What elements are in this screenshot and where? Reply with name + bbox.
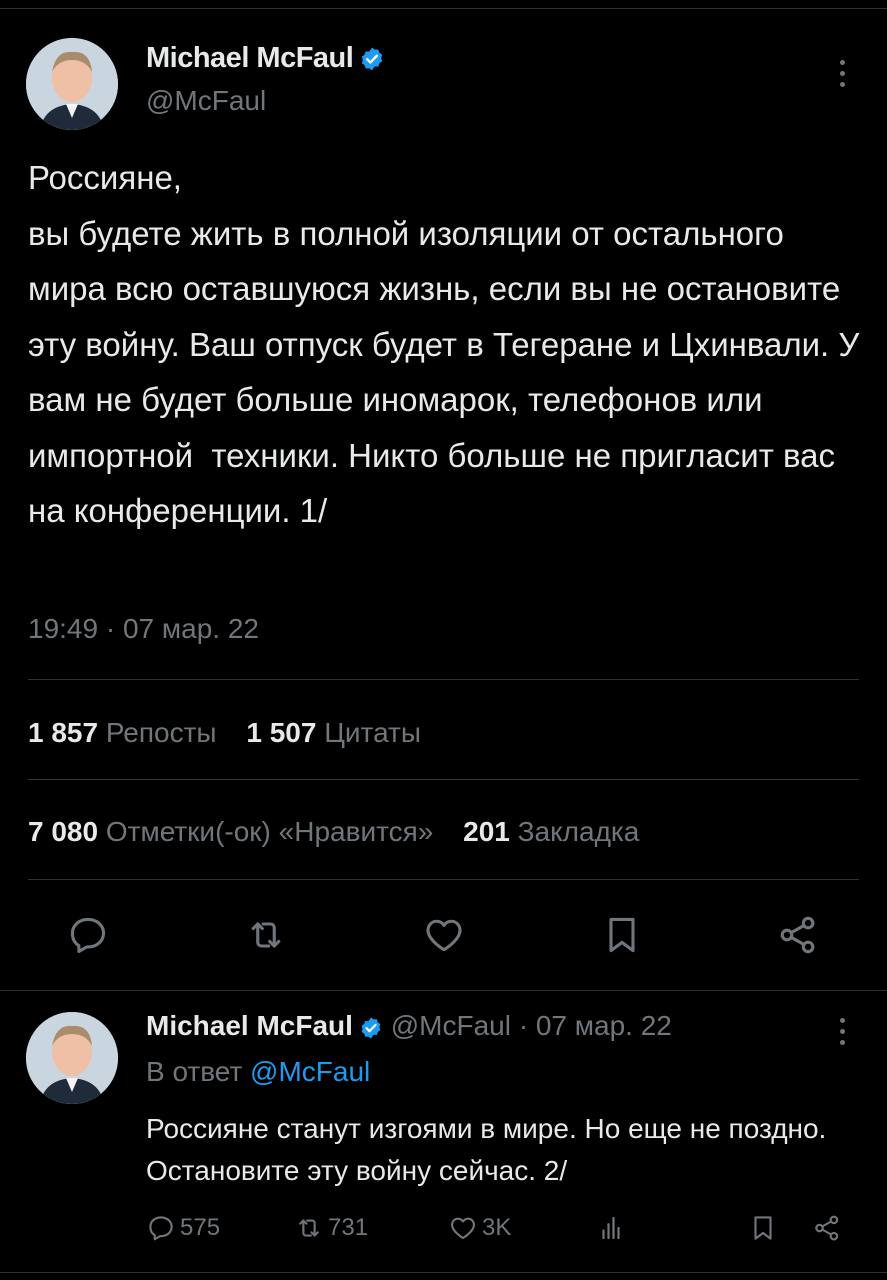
divider xyxy=(28,779,859,780)
more-vertical-icon[interactable] xyxy=(840,1018,846,1051)
verified-badge-icon xyxy=(361,1017,381,1039)
bookmarks-label: Закладка xyxy=(517,816,640,847)
reply-to-link[interactable]: @McFaul xyxy=(250,1056,370,1087)
verified-badge-icon xyxy=(362,47,383,71)
author-handle[interactable]: @McFaul xyxy=(146,85,266,117)
divider xyxy=(28,679,859,680)
repost-icon xyxy=(251,922,281,948)
tweet-text: Россияне станут изгоями в мире. Но еще н… xyxy=(146,1113,827,1186)
tweet-timestamp[interactable]: 19:49 · 07 мар. 22 xyxy=(28,613,259,645)
bookmark-button[interactable] xyxy=(600,913,644,957)
share-button[interactable] xyxy=(776,913,820,957)
reply-icon xyxy=(149,1216,173,1241)
quotes-count: 1 507 xyxy=(246,717,317,748)
reposts-label: Репосты xyxy=(105,717,217,748)
likes-count: 7 080 xyxy=(28,816,99,847)
top-divider xyxy=(0,8,887,9)
author-name[interactable]: Michael McFaul xyxy=(146,42,385,75)
views-icon xyxy=(602,1216,620,1240)
reply-prefix: В ответ xyxy=(146,1056,243,1087)
reply-button[interactable]: 575 xyxy=(146,1213,220,1243)
stats-row-reposts: 1 857 Репосты 1 507 Цитаты xyxy=(28,717,443,749)
share-icon xyxy=(815,1215,839,1241)
quotes-label: Цитаты xyxy=(324,717,421,748)
bookmark-button[interactable] xyxy=(748,1213,782,1243)
bottom-divider xyxy=(0,1272,887,1273)
likes-stat[interactable]: 7 080 Отметки(-ок) «Нравится» xyxy=(28,816,433,847)
like-button[interactable]: 3K xyxy=(448,1213,511,1243)
bookmark-icon xyxy=(609,917,635,953)
tweet-text: Россияне, вы будете жить в полной изоляц… xyxy=(28,159,860,529)
views-button[interactable] xyxy=(596,1213,630,1243)
avatar[interactable] xyxy=(26,38,118,130)
author-name[interactable]: Michael McFaul xyxy=(146,1010,353,1041)
likes-label: Отметки(-ок) «Нравится» xyxy=(105,816,434,847)
like-count: 3K xyxy=(482,1214,512,1241)
repost-count: 731 xyxy=(328,1214,369,1241)
bookmarks-count: 201 xyxy=(463,816,510,847)
like-button[interactable] xyxy=(422,913,466,957)
reply-count: 575 xyxy=(180,1214,221,1241)
repost-button[interactable]: 731 xyxy=(294,1213,368,1243)
avatar-image xyxy=(26,1012,118,1104)
tweet-separator xyxy=(0,990,887,991)
more-vertical-icon[interactable] xyxy=(840,60,846,93)
reply-header: Michael McFaul @McFaul · 07 мар. 22 xyxy=(146,1010,672,1042)
handle-date[interactable]: @McFaul · 07 мар. 22 xyxy=(391,1010,672,1041)
avatar[interactable] xyxy=(26,1012,118,1104)
repost-icon xyxy=(299,1219,319,1237)
like-icon xyxy=(451,1217,475,1240)
author-name-text: Michael McFaul xyxy=(146,42,354,74)
divider xyxy=(28,879,859,880)
bookmarks-stat[interactable]: 201 Закладка xyxy=(463,816,639,847)
reply-button[interactable] xyxy=(66,913,110,957)
reply-icon xyxy=(70,917,106,954)
share-button[interactable] xyxy=(812,1213,846,1243)
like-icon xyxy=(426,919,462,952)
bookmark-icon xyxy=(754,1216,772,1240)
reposts-stat[interactable]: 1 857 Репосты xyxy=(28,717,217,748)
reposts-count: 1 857 xyxy=(28,717,99,748)
replying-to: В ответ @McFaul xyxy=(146,1056,370,1088)
stats-row-likes: 7 080 Отметки(-ок) «Нравится» 201 Заклад… xyxy=(28,816,661,848)
share-icon xyxy=(780,916,815,954)
avatar-image xyxy=(26,38,118,130)
repost-button[interactable] xyxy=(244,913,288,957)
quotes-stat[interactable]: 1 507 Цитаты xyxy=(246,717,421,748)
